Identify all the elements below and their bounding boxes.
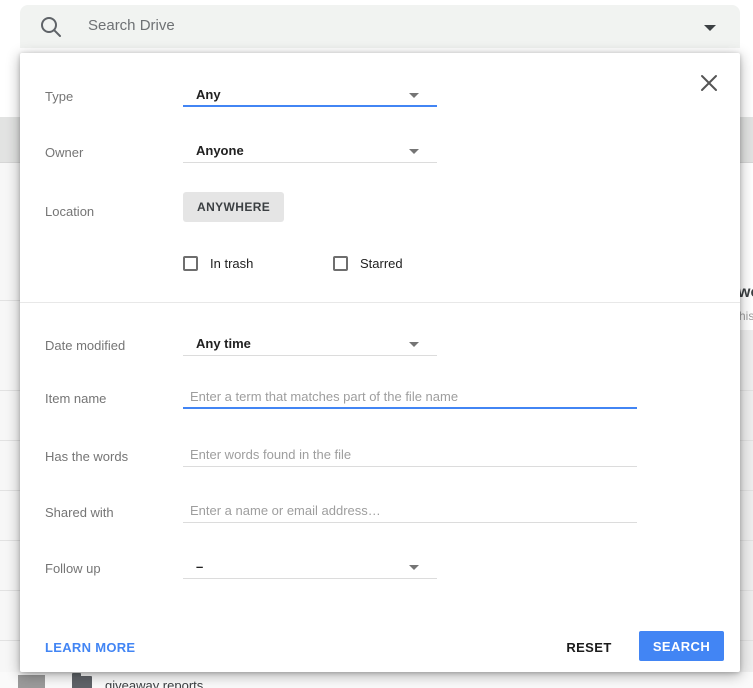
filter-row-has-words: Has the words (20, 443, 740, 467)
folder-icon (72, 673, 92, 688)
filter-row-date-modified: Date modified Any time (20, 336, 740, 356)
clipped-background-text: wo (738, 284, 753, 302)
has-words-input[interactable] (183, 443, 637, 467)
owner-label: Owner (45, 145, 84, 160)
clipped-background-text: his (739, 309, 753, 323)
search-input[interactable]: Search Drive (88, 17, 175, 34)
follow-up-select[interactable]: – (183, 557, 437, 579)
anywhere-button[interactable]: ANYWHERE (183, 192, 285, 222)
background-file-row: giveaway reports (0, 672, 753, 688)
filter-row-shared-with: Shared with (20, 499, 740, 523)
advanced-search-panel: Type Any Owner Anyone Location ANYWHERE … (20, 53, 740, 672)
checkbox-icon[interactable] (333, 255, 348, 271)
chevron-down-icon (409, 93, 419, 98)
date-modified-label: Date modified (45, 338, 126, 353)
filter-row-owner: Owner Anyone (20, 143, 740, 163)
in-trash-checkbox[interactable]: In trash (183, 254, 253, 272)
filter-row-follow-up: Follow up – (20, 559, 740, 579)
type-select[interactable]: Any (183, 85, 437, 107)
search-button[interactable]: SEARCH (639, 631, 724, 661)
chevron-down-icon (409, 565, 419, 570)
checkbox-icon[interactable] (183, 255, 198, 271)
filter-row-location: Location ANYWHERE (20, 192, 740, 222)
search-options-chevron-icon[interactable] (704, 25, 716, 31)
chevron-down-icon (409, 149, 419, 154)
item-name-label: Item name (45, 391, 107, 406)
filter-row-item-name: Item name (20, 385, 740, 409)
search-icon (38, 14, 64, 45)
learn-more-link[interactable]: LEARN MORE (45, 640, 135, 655)
has-words-label: Has the words (45, 449, 129, 464)
item-name-input[interactable] (183, 385, 637, 409)
shared-with-input[interactable] (183, 499, 637, 523)
chevron-down-icon (409, 342, 419, 347)
section-divider (20, 302, 740, 303)
starred-checkbox[interactable]: Starred (333, 254, 403, 272)
background-gray-block (18, 675, 45, 688)
date-modified-select[interactable]: Any time (183, 334, 437, 356)
folder-name: giveaway reports (105, 678, 204, 688)
filter-row-type: Type Any (20, 87, 740, 107)
location-label: Location (45, 204, 95, 219)
search-bar[interactable]: Search Drive (20, 5, 740, 48)
follow-up-label: Follow up (45, 561, 101, 576)
shared-with-label: Shared with (45, 505, 114, 520)
reset-button[interactable]: RESET (558, 633, 620, 661)
type-label: Type (45, 89, 74, 104)
filter-row-checkboxes: In trash Starred (20, 254, 740, 274)
owner-select[interactable]: Anyone (183, 141, 437, 163)
